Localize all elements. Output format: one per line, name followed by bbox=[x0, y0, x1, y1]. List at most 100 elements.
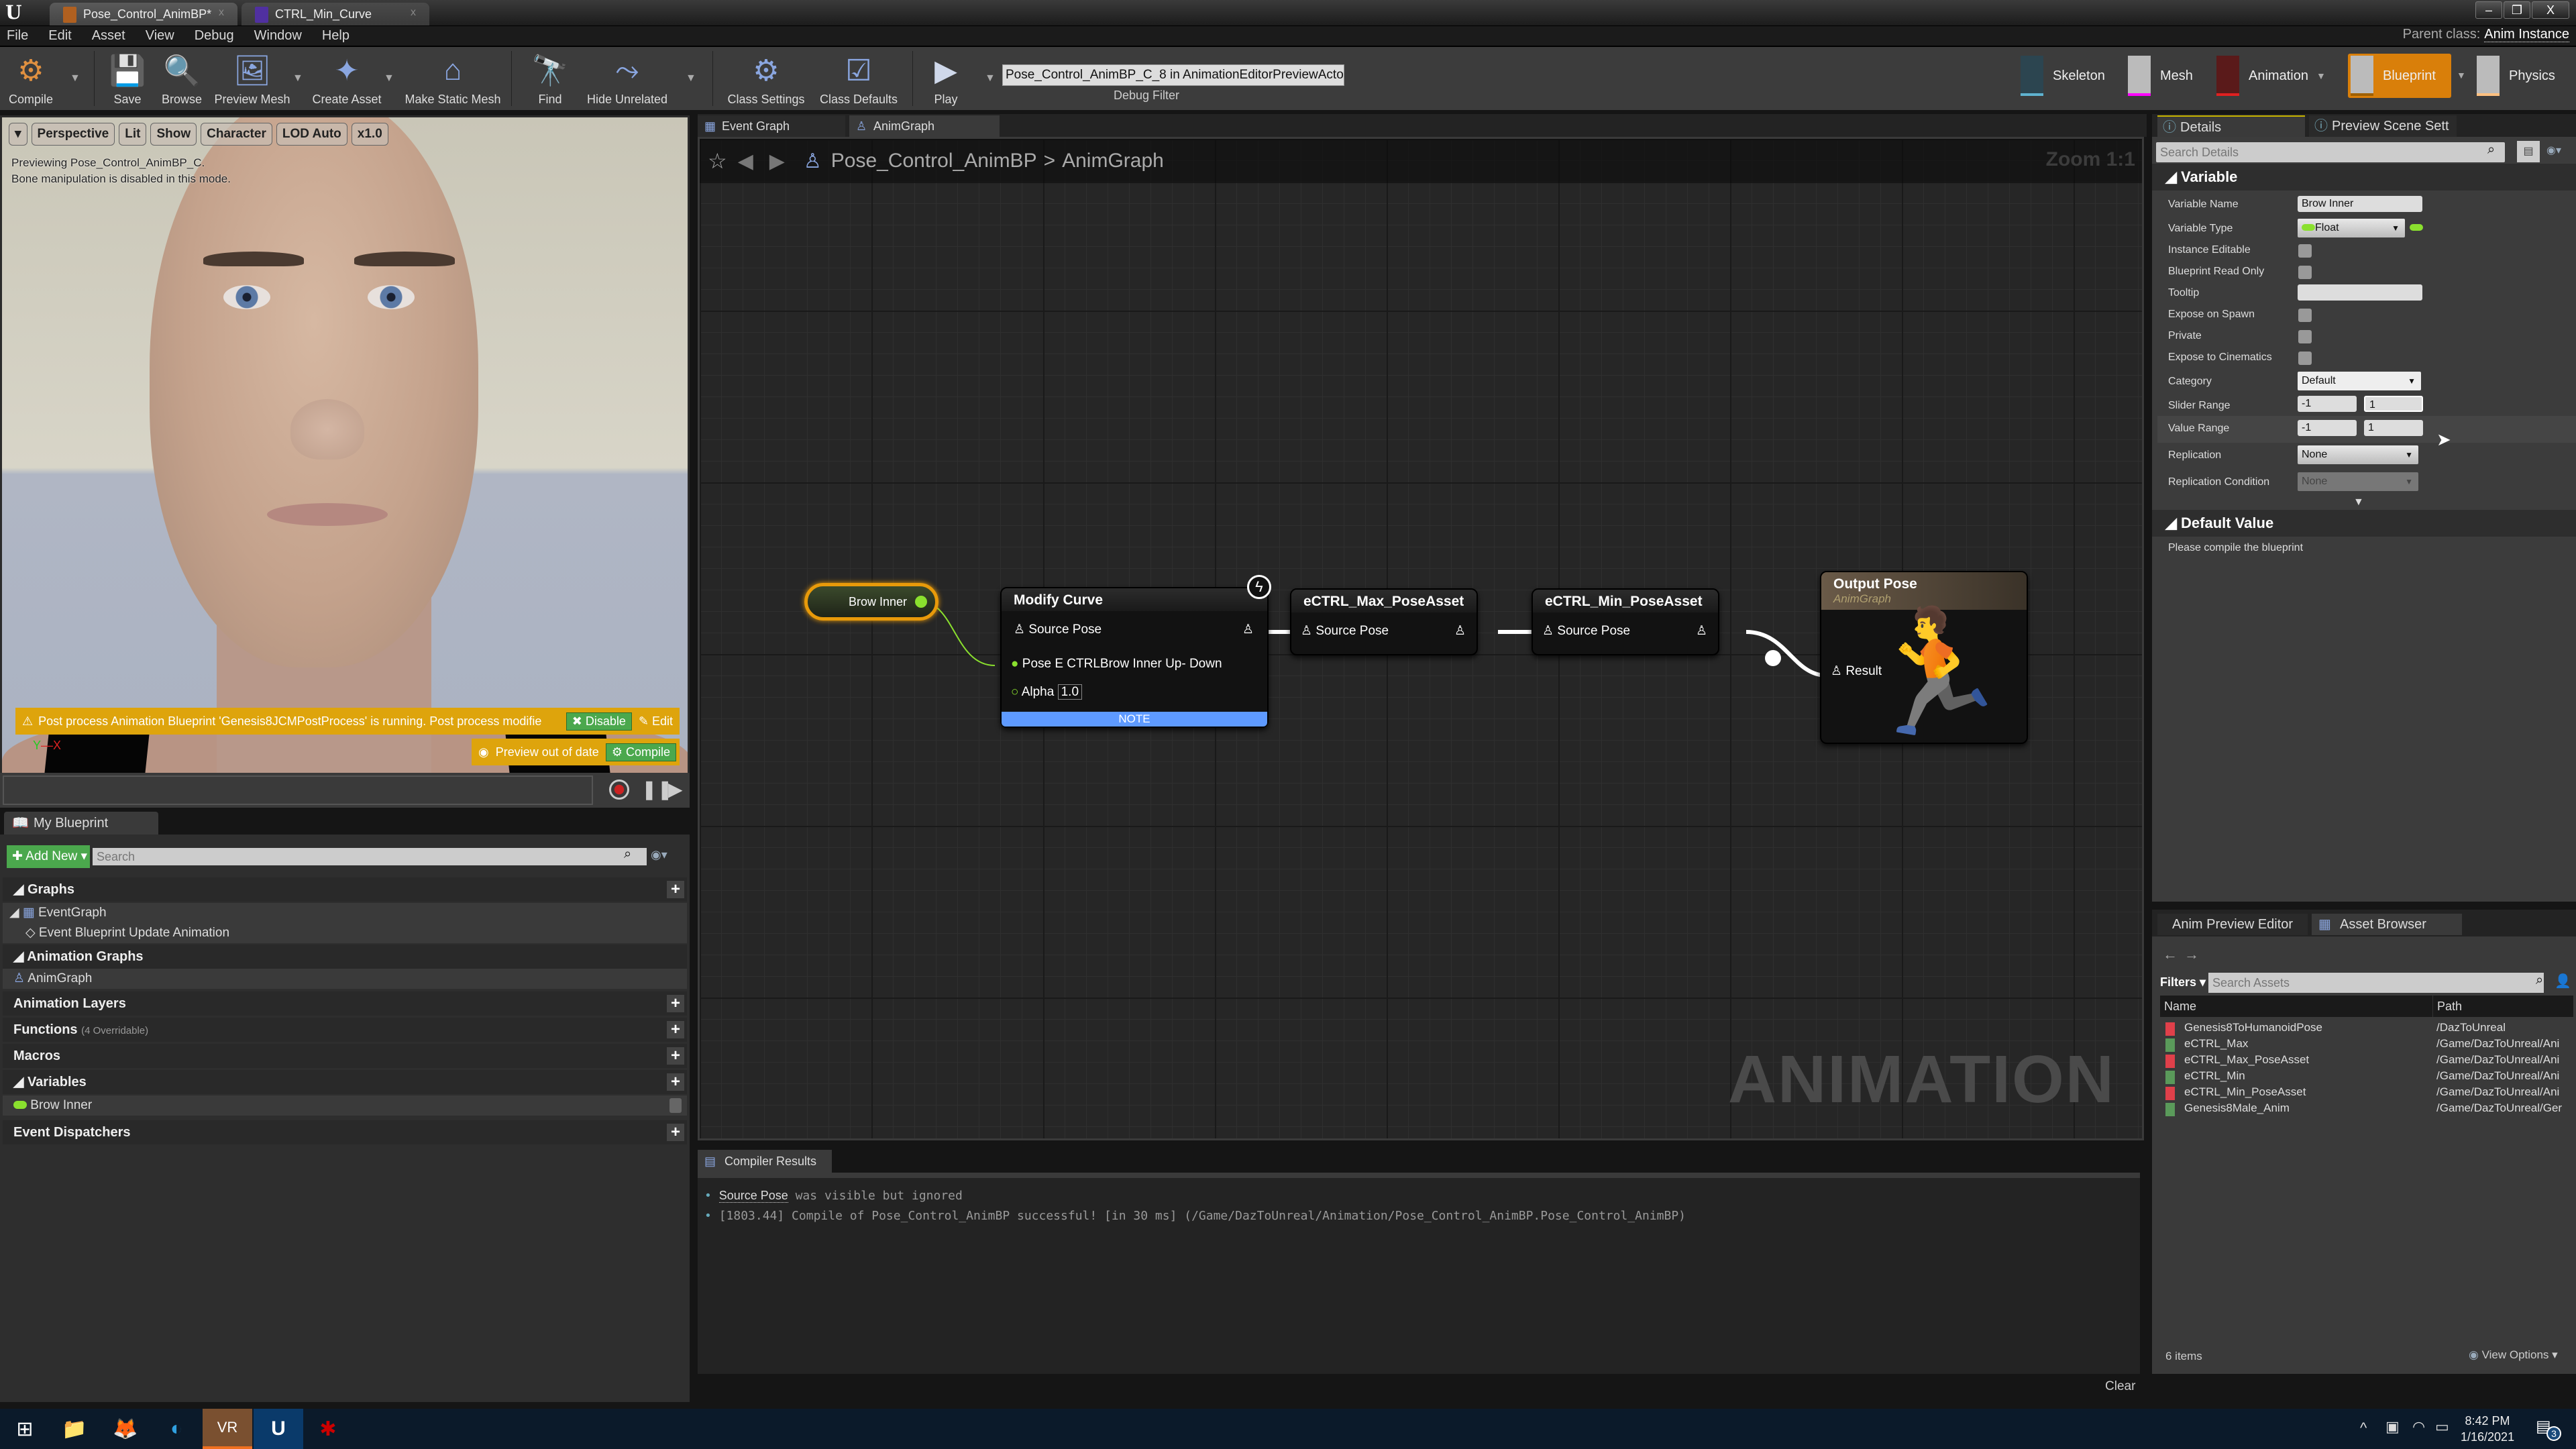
unreal-engine-icon[interactable]: U bbox=[254, 1409, 303, 1449]
edit-button[interactable]: ✎ Edit bbox=[639, 714, 673, 729]
asset-row[interactable]: Genesis8ToHumanoidPose/DazToUnreal bbox=[2160, 1021, 2573, 1037]
battery-icon[interactable]: ▭ bbox=[2435, 1418, 2449, 1436]
category-graphs[interactable]: ◢ Graphs + bbox=[3, 877, 687, 902]
asset-row[interactable]: eCTRL_Min/Game/DazToUnreal/Ani bbox=[2160, 1069, 2573, 1085]
category-event-dispatchers[interactable]: Event Dispatchers + bbox=[3, 1120, 687, 1144]
start-button[interactable]: ⊞ bbox=[0, 1409, 50, 1449]
camera-icon[interactable]: ▣ bbox=[2385, 1418, 2400, 1436]
restore-button[interactable]: ❐ bbox=[2504, 1, 2530, 19]
record-button[interactable] bbox=[609, 780, 629, 800]
pin-pose-out[interactable]: ♙ bbox=[1696, 623, 1707, 639]
menu-window[interactable]: Window bbox=[254, 28, 302, 44]
filters-dropdown[interactable]: Filters ▾ bbox=[2160, 975, 2206, 989]
variable-type-dropdown[interactable]: Float bbox=[2298, 219, 2405, 237]
clock[interactable]: 8:42 PM 1/16/2021 bbox=[2461, 1413, 2514, 1445]
show-button[interactable]: Show bbox=[150, 123, 197, 146]
variable-name-input[interactable]: Brow Inner bbox=[2298, 196, 2422, 212]
expose-to-cinematics-checkbox[interactable] bbox=[2298, 352, 2312, 365]
replication-dropdown[interactable]: None bbox=[2298, 445, 2418, 464]
node-modify-curve[interactable]: Modify Curve ϟ ♙ Source Pose ♙ ● Pose E … bbox=[1000, 575, 1271, 728]
asset-search-input[interactable]: Search Assets bbox=[2208, 973, 2544, 993]
close-button[interactable]: X bbox=[2532, 1, 2569, 19]
menu-file[interactable]: File bbox=[7, 28, 28, 44]
preview-viewport[interactable]: ▾ Perspective Lit Show Character LOD Aut… bbox=[0, 115, 690, 793]
file-explorer-icon[interactable]: 📁 bbox=[50, 1409, 99, 1449]
column-name[interactable]: Name bbox=[2164, 996, 2196, 1017]
slider-range-max-input[interactable]: 1 bbox=[2364, 396, 2423, 412]
expose-on-spawn-checkbox[interactable] bbox=[2298, 309, 2312, 322]
puzzle-app-icon[interactable]: ✱ bbox=[303, 1409, 353, 1449]
step-forward-button[interactable]: ▶ bbox=[668, 778, 683, 800]
pin-curve-value[interactable]: ● Pose E CTRLBrow Inner Up- Down bbox=[1011, 657, 1222, 672]
category-animation-graphs[interactable]: ◢ Animation Graphs bbox=[3, 945, 687, 969]
animation-dropdown-icon[interactable]: ▼ bbox=[2316, 70, 2326, 81]
tree-item-animgraph[interactable]: ♙ AnimGraph bbox=[3, 969, 687, 989]
parent-class-link[interactable]: Anim Instance bbox=[2484, 27, 2569, 42]
lod-button[interactable]: LOD Auto bbox=[276, 123, 347, 146]
tab-asset-browser[interactable]: ▦ Asset Browser bbox=[2312, 914, 2462, 935]
disable-button[interactable]: ✖ Disable bbox=[566, 712, 632, 731]
menu-asset[interactable]: Asset bbox=[92, 28, 125, 44]
private-checkbox[interactable] bbox=[2298, 330, 2312, 343]
slider-range-min-input[interactable]: -1 bbox=[2298, 396, 2357, 412]
menu-edit[interactable]: Edit bbox=[48, 28, 71, 44]
pin-alpha[interactable]: ○ Alpha 1.0 bbox=[1011, 684, 1083, 700]
back-arrow-icon[interactable]: ← bbox=[2163, 946, 2178, 963]
add-macro-button[interactable]: + bbox=[667, 1047, 684, 1065]
category-macros[interactable]: Macros + bbox=[3, 1044, 687, 1068]
node-ectrl-max-poseasset[interactable]: eCTRL_Max_PoseAsset ♙ Source Pose ♙ bbox=[1290, 588, 1478, 655]
tooltip-input[interactable] bbox=[2298, 284, 2422, 301]
node-brow-inner-getter[interactable]: Brow Inner bbox=[804, 583, 938, 621]
wifi-icon[interactable]: ◠ bbox=[2412, 1418, 2425, 1436]
blueprint-dropdown-icon[interactable]: ▼ bbox=[2457, 70, 2466, 80]
asset-row[interactable]: eCTRL_Min_PoseAsset/Game/DazToUnreal/Ani bbox=[2160, 1085, 2573, 1102]
blueprint-search-input[interactable]: Search bbox=[93, 848, 647, 865]
source-pose-link[interactable]: Source Pose bbox=[718, 1189, 788, 1203]
menu-debug[interactable]: Debug bbox=[195, 28, 234, 44]
visibility-toggle[interactable] bbox=[669, 1098, 682, 1113]
add-variable-button[interactable]: + bbox=[667, 1073, 684, 1091]
create-asset-dropdown-icon[interactable]: ▼ bbox=[384, 72, 394, 85]
make-static-mesh-button[interactable]: ⌂ Make Static Mesh bbox=[404, 51, 502, 107]
tab-anim-preview-editor[interactable]: Anim Preview Editor bbox=[2157, 914, 2308, 935]
preview-mesh-button[interactable]: 🖼 Preview Mesh bbox=[212, 51, 292, 107]
mode-animation[interactable]: Animation ▼ bbox=[2216, 54, 2326, 98]
tree-item-eventgraph[interactable]: ◢ ▦ EventGraph bbox=[3, 903, 687, 923]
create-asset-button[interactable]: ✦ Create Asset bbox=[310, 51, 384, 107]
play-button[interactable]: ▶ Play bbox=[926, 51, 966, 107]
add-layer-button[interactable]: + bbox=[667, 995, 684, 1012]
value-range-min-input[interactable]: -1 bbox=[2298, 420, 2357, 436]
compile-button[interactable]: ⚙ Compile bbox=[4, 51, 58, 107]
show-hidden-icons-button[interactable]: ^ bbox=[2360, 1419, 2367, 1437]
mode-mesh[interactable]: Mesh bbox=[2128, 54, 2193, 98]
compile-dropdown-icon[interactable]: ▼ bbox=[70, 72, 80, 85]
tree-item-event-update[interactable]: ◇ Event Blueprint Update Animation bbox=[3, 923, 687, 943]
variable-brow-inner[interactable]: Brow Inner bbox=[3, 1095, 687, 1116]
preview-mesh-dropdown-icon[interactable]: ▼ bbox=[292, 72, 303, 85]
tab-details[interactable]: ⓘ Details bbox=[2157, 115, 2305, 137]
asset-row[interactable]: eCTRL_Max_PoseAsset/Game/DazToUnreal/Ani bbox=[2160, 1053, 2573, 1069]
minimize-button[interactable]: – bbox=[2475, 1, 2502, 19]
asset-row[interactable]: eCTRL_Max/Game/DazToUnreal/Ani bbox=[2160, 1037, 2573, 1053]
add-graph-button[interactable]: + bbox=[667, 881, 684, 898]
add-new-button[interactable]: ✚ Add New ▾ bbox=[7, 845, 90, 868]
float-output-pin[interactable] bbox=[915, 596, 927, 608]
anim-graph-canvas[interactable]: ☆ ◀ ▶ ♙ Pose_Control_AnimBP > AnimGraph … bbox=[698, 137, 2144, 1140]
asset-row[interactable]: Genesis8Male_Anim/Game/DazToUnreal/Ger bbox=[2160, 1102, 2573, 1118]
edge-icon[interactable]: ◐ bbox=[152, 1409, 201, 1449]
hide-unrelated-dropdown-icon[interactable]: ▼ bbox=[686, 72, 696, 85]
user-filter-icon[interactable]: 👤 bbox=[2555, 973, 2571, 989]
find-button[interactable]: 🔭 Find bbox=[530, 51, 570, 107]
tab-animgraph[interactable]: ♙ AnimGraph bbox=[849, 115, 1000, 137]
property-matrix-button[interactable]: ▤ bbox=[2517, 141, 2540, 162]
viewport-compile-button[interactable]: ⚙ Compile bbox=[605, 743, 676, 761]
menu-view[interactable]: View bbox=[146, 28, 174, 44]
value-range-max-input[interactable]: 1 bbox=[2364, 420, 2423, 436]
viewport-options-button[interactable]: ▾ bbox=[9, 123, 28, 146]
view-options-eye-icon[interactable]: ◉▾ bbox=[651, 848, 667, 862]
pin-source-pose-in[interactable]: ♙ Source Pose bbox=[1301, 623, 1389, 639]
character-button[interactable]: Character bbox=[201, 123, 272, 146]
close-tab-icon[interactable]: x bbox=[411, 7, 416, 19]
container-type-icon[interactable] bbox=[2410, 224, 2423, 231]
close-tab-icon[interactable]: x bbox=[219, 7, 224, 19]
